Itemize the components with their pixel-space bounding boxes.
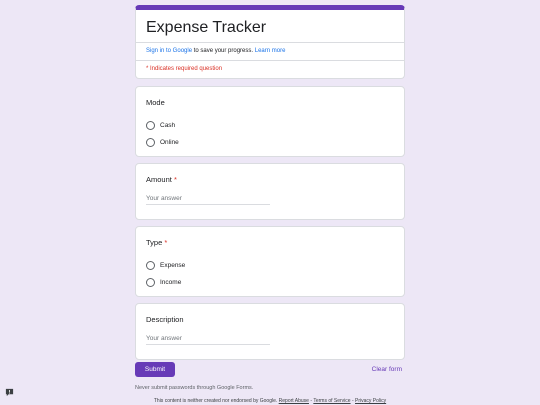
radio-button[interactable] <box>146 278 155 287</box>
question-label: Amount * <box>136 164 404 184</box>
privacy-link[interactable]: Privacy Policy <box>355 398 386 404</box>
question-type: Type * Expense Income <box>135 226 405 297</box>
report-problem-icon[interactable] <box>5 388 14 397</box>
footer-notice: This content is neither created nor endo… <box>153 398 279 404</box>
required-asterisk: * <box>164 238 168 247</box>
learn-more-link[interactable]: Learn more <box>255 48 286 54</box>
signin-link[interactable]: Sign in to Google <box>146 48 192 54</box>
submit-button[interactable]: Submit <box>135 362 175 377</box>
form-header-card: Expense Tracker Sign in to Google to sav… <box>135 5 405 79</box>
question-label: Description <box>146 315 184 324</box>
question-label: Type * <box>136 227 404 247</box>
footer: This content is neither created nor endo… <box>0 398 540 404</box>
signin-text: to save your progress. <box>192 48 255 54</box>
option-label: Online <box>160 139 179 146</box>
question-text: Type <box>146 238 163 247</box>
question-text: Amount <box>146 175 172 184</box>
terms-link[interactable]: Terms of Service <box>313 398 350 404</box>
option-label: Cash <box>160 122 176 129</box>
radio-button[interactable] <box>146 261 155 270</box>
clear-form-button[interactable]: Clear form <box>372 366 405 373</box>
question-label: Mode <box>146 98 165 107</box>
form-title: Expense Tracker <box>146 19 267 36</box>
radio-option-income[interactable]: Income <box>136 274 404 291</box>
question-description: Description Your answer <box>135 303 405 360</box>
password-warning: Never submit passwords through Google Fo… <box>135 385 254 391</box>
radio-button[interactable] <box>146 138 155 147</box>
amount-input[interactable]: Your answer <box>146 195 270 205</box>
question-mode: Mode Cash Online <box>135 86 405 157</box>
signin-row: Sign in to Google to save your progress.… <box>136 42 404 60</box>
form-actions: Submit Clear form <box>135 362 405 377</box>
option-label: Income <box>160 279 182 286</box>
radio-option-expense[interactable]: Expense <box>136 257 404 274</box>
option-label: Expense <box>160 262 186 269</box>
description-input[interactable]: Your answer <box>146 335 270 345</box>
required-note: * Indicates required question <box>136 60 404 78</box>
question-amount: Amount * Your answer <box>135 163 405 220</box>
required-asterisk: * <box>173 175 177 184</box>
form-container: Expense Tracker Sign in to Google to sav… <box>135 5 405 366</box>
radio-option-cash[interactable]: Cash <box>136 117 404 134</box>
radio-option-online[interactable]: Online <box>136 134 404 151</box>
radio-button[interactable] <box>146 121 155 130</box>
report-abuse-link[interactable]: Report Abuse <box>279 398 309 404</box>
